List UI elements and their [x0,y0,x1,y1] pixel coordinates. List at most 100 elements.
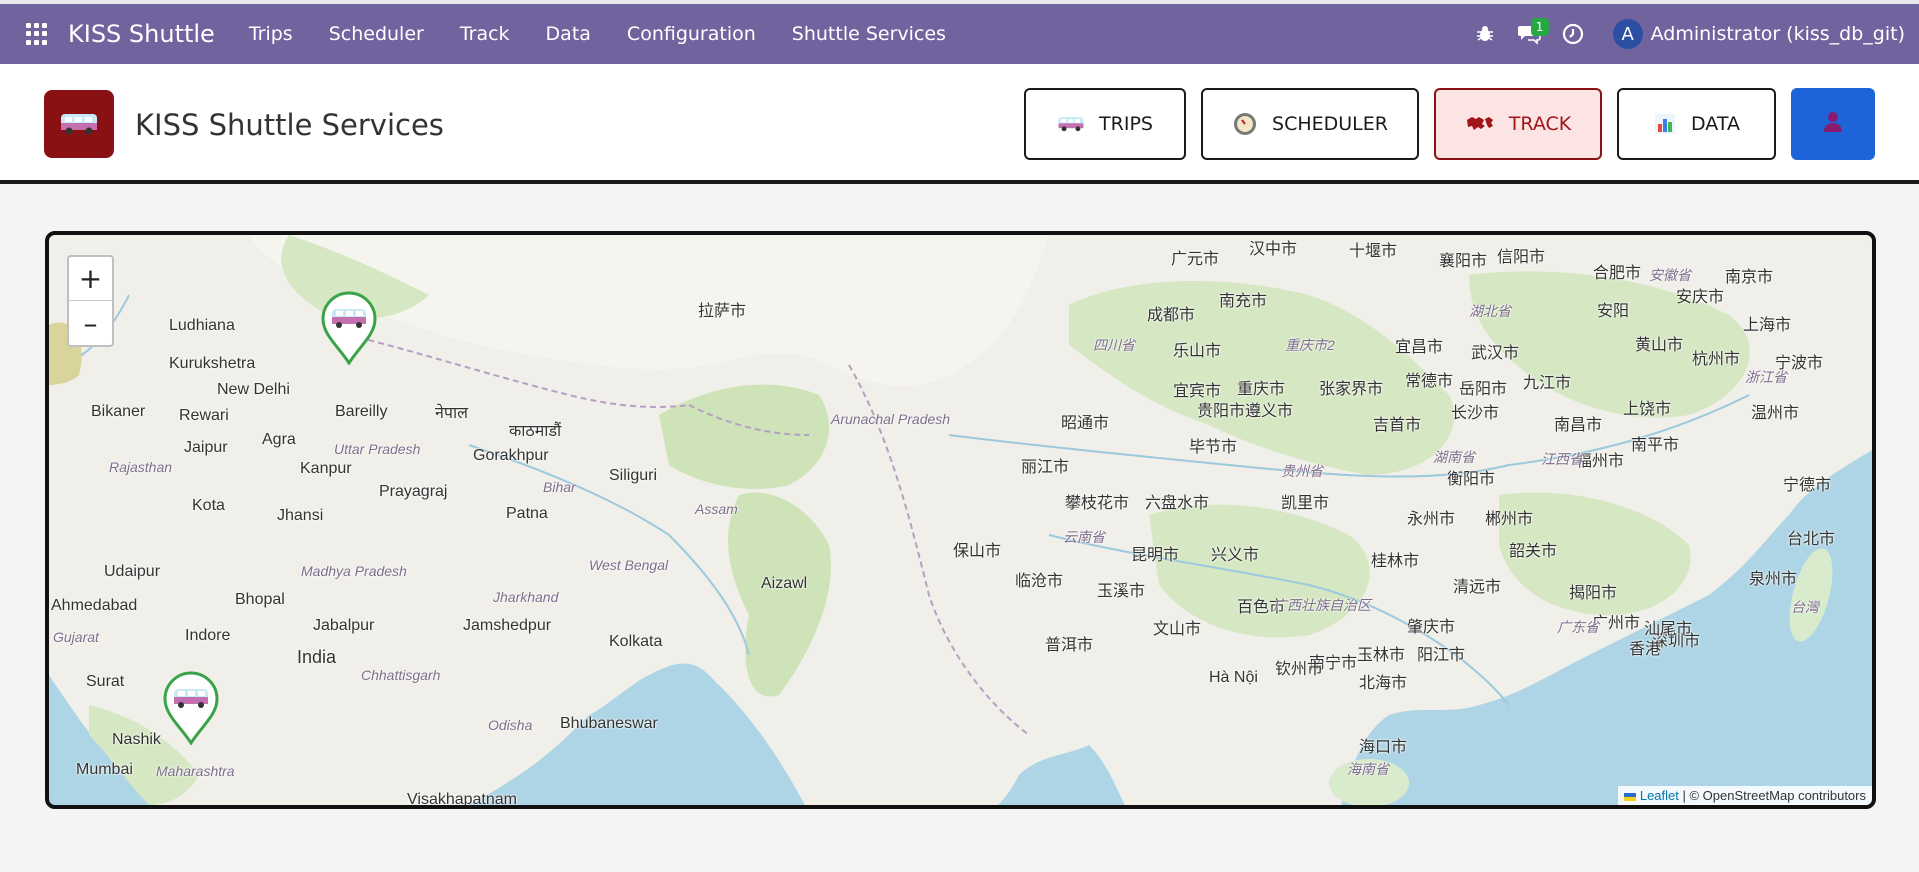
map-label: 四川省 [1093,337,1135,353]
map-label: 信阳市 [1497,249,1546,266]
leaflet-link[interactable]: Leaflet [1640,788,1679,803]
shuttle-logo-icon [44,90,114,158]
map-label: 云南省 [1063,529,1105,545]
map-label: India [297,647,337,667]
menu-item-track[interactable]: Track [442,23,528,45]
apps-grid-icon[interactable] [26,23,48,45]
map-label: Kolkata [609,633,663,650]
map-label: 揭阳市 [1569,585,1618,602]
map-label: Odisha [488,717,533,733]
data-button-label: DATA [1691,113,1740,135]
map-label: 十堰市 [1349,243,1398,260]
map-label: 临沧市 [1015,573,1064,590]
map-label: 北海市 [1359,675,1408,692]
map-label: 合肥市 [1593,265,1642,282]
map-label: 乐山市 [1173,343,1222,360]
map-label: Jabalpur [313,617,375,634]
map-label: Visakhapatnam [407,791,517,808]
menu-item-configuration[interactable]: Configuration [609,23,774,45]
map-label: 昭通市 [1061,415,1110,432]
map-label: Ahmedabad [51,597,138,614]
bar-chart-icon [1653,112,1677,136]
map-label: Agra [262,431,296,448]
map-label: 兴义市 [1211,547,1260,564]
map-label: 湖南省 [1433,449,1475,465]
ukraine-flag-icon [1624,792,1637,801]
map-label: 丽江市 [1021,459,1070,476]
map-label: 广元市 [1171,251,1220,268]
messages-icon[interactable]: 1 [1511,16,1549,52]
map-label: Kota [192,497,225,514]
map-label: 上海市 [1743,317,1792,334]
map-label: 湖北省 [1469,303,1511,319]
map-label: 常德市 [1405,373,1454,390]
map-label: 玉林市 [1357,647,1406,664]
map-label: Patna [506,505,548,522]
map-label: 宜昌市 [1395,339,1444,356]
map-label: Jhansi [277,507,324,524]
trips-button-label: TRIPS [1099,113,1153,135]
app-brand[interactable]: KISS Shuttle [68,20,215,48]
map-label: Jharkhand [493,589,559,605]
shuttle-location-marker[interactable] [319,291,379,366]
map-label: Jaipur [184,439,228,456]
map-label: Kanpur [300,460,352,477]
map-label: Assam [695,501,738,517]
map-label: 成都市 [1147,307,1196,324]
map-label: Maharashtra [156,763,235,779]
map-attribution: Leaflet | © OpenStreetMap contributors [1618,786,1872,805]
bug-icon[interactable] [1467,16,1503,52]
menu-item-scheduler[interactable]: Scheduler [311,23,442,45]
profile-button[interactable] [1791,88,1875,160]
menu-item-shuttle-services[interactable]: Shuttle Services [774,23,964,45]
map-label: 攀枝花市 [1065,495,1130,512]
stopwatch-icon [1232,111,1258,137]
tracking-map[interactable]: Ludhiana Kurukshetra New Delhi Bikaner R… [45,231,1876,809]
map-label: 重庆市2 [1285,337,1335,353]
zoom-control: + – [67,255,114,347]
map-label: 海口市 [1359,739,1408,756]
map-label: 海南省 [1347,761,1389,777]
map-label: 安阳 [1597,303,1630,320]
scheduler-button[interactable]: SCHEDULER [1201,88,1419,160]
map-label: 桂林市 [1371,553,1420,570]
menu-item-data[interactable]: Data [528,23,609,45]
avatar[interactable]: A [1612,19,1643,49]
user-name[interactable]: Administrator (kiss_db_git) [1651,23,1905,45]
map-label: 武汉市 [1471,345,1520,362]
world-map-icon [1465,115,1495,133]
zoom-out-button[interactable]: – [69,301,112,345]
map-label: 汕尾市 [1644,621,1693,638]
menu-item-trips[interactable]: Trips [231,23,311,45]
map-label: 岳阳市 [1459,381,1508,398]
zoom-in-button[interactable]: + [69,257,112,301]
map-label: 郴州市 [1485,511,1534,528]
shuttle-icon [1057,115,1085,133]
map-label: 上饶市 [1623,401,1672,418]
map-label: Gorakhpur [473,447,549,464]
map-label: 肇庆市 [1407,619,1456,636]
map-label: 杭州市 [1692,351,1741,368]
map-label: Arunachal Pradesh [831,411,951,427]
systray: 1 A Administrator (kiss_db_git) [1459,4,1905,64]
map-label: Bareilly [335,403,388,420]
shuttle-location-marker[interactable] [161,671,221,746]
data-button[interactable]: DATA [1617,88,1776,160]
map-label: नेपाल [435,405,468,422]
map-label: 泉州市 [1749,571,1798,588]
map-label: Ludhiana [169,317,235,334]
messages-badge: 1 [1530,18,1549,36]
map-label: 普洱市 [1045,637,1094,654]
track-button[interactable]: TRACK [1434,88,1602,160]
user-icon [1822,110,1844,139]
map-label: 拉萨市 [698,303,747,320]
page-header: KISS Shuttle Services TRIPS SCHEDULER TR… [0,64,1919,184]
clock-icon[interactable] [1555,16,1591,52]
map-label: Bhubaneswar [560,715,658,732]
map-label: 江西省 [1541,451,1583,467]
map-label: 钦州市 [1275,661,1324,678]
trips-button[interactable]: TRIPS [1024,88,1186,160]
map-label: 昆明市 [1131,547,1180,564]
map-label: Rajasthan [109,459,173,475]
map-label: 九江市 [1523,375,1572,392]
